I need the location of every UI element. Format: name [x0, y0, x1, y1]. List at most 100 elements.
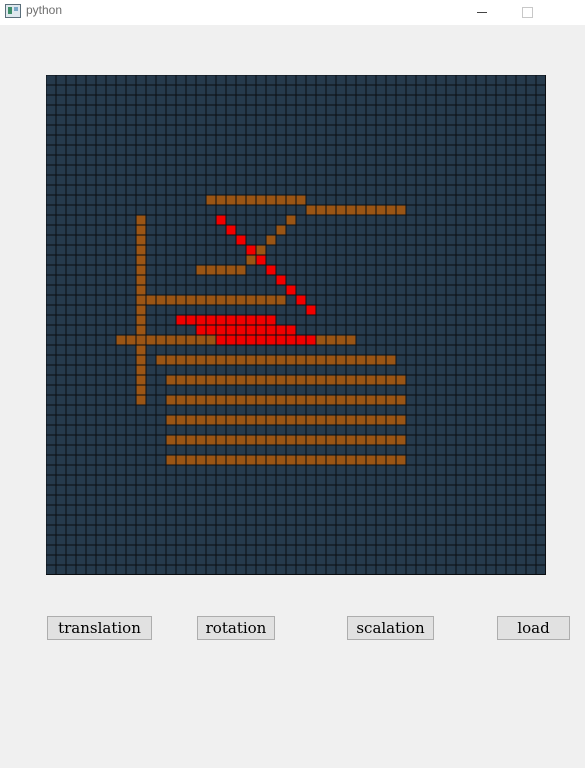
brown-cell: [236, 195, 246, 205]
brown-cell: [216, 395, 226, 405]
brown-cell: [126, 335, 136, 345]
brown-cell: [136, 305, 146, 315]
brown-cell: [396, 395, 406, 405]
red-cell: [216, 335, 226, 345]
brown-cell: [226, 415, 236, 425]
brown-cell: [206, 435, 216, 445]
brown-cell: [196, 375, 206, 385]
brown-cell: [166, 455, 176, 465]
brown-cell: [156, 295, 166, 305]
brown-cell: [226, 355, 236, 365]
red-cell: [246, 245, 256, 255]
brown-cell: [316, 435, 326, 445]
red-cell: [306, 335, 316, 345]
brown-cell: [316, 205, 326, 215]
maximize-button[interactable]: [504, 0, 550, 25]
brown-cell: [196, 295, 206, 305]
red-cell: [236, 335, 246, 345]
close-button[interactable]: [545, 0, 585, 25]
pixel-grid-panel[interactable]: [46, 75, 546, 575]
brown-cell: [326, 355, 336, 365]
red-cell: [296, 295, 306, 305]
brown-cell: [166, 335, 176, 345]
brown-cell: [196, 265, 206, 275]
brown-cell: [376, 455, 386, 465]
red-cell: [256, 255, 266, 265]
brown-cell: [286, 395, 296, 405]
red-cell: [256, 315, 266, 325]
brown-cell: [176, 295, 186, 305]
brown-cell: [386, 355, 396, 365]
pixel-grid[interactable]: [46, 75, 546, 575]
brown-cell: [386, 415, 396, 425]
brown-cell: [376, 205, 386, 215]
brown-cell: [246, 295, 256, 305]
brown-cell: [386, 455, 396, 465]
brown-cell: [256, 375, 266, 385]
brown-cell: [276, 195, 286, 205]
brown-cell: [286, 375, 296, 385]
brown-cell: [186, 375, 196, 385]
red-cell: [186, 315, 196, 325]
brown-cell: [136, 365, 146, 375]
brown-cell: [146, 295, 156, 305]
brown-cell: [296, 415, 306, 425]
brown-cell: [136, 395, 146, 405]
close-icon: [560, 8, 570, 18]
brown-cell: [176, 335, 186, 345]
brown-cell: [286, 415, 296, 425]
brown-cell: [356, 205, 366, 215]
brown-cell: [246, 455, 256, 465]
load-button[interactable]: load: [497, 616, 570, 640]
brown-cell: [186, 455, 196, 465]
brown-cell: [276, 395, 286, 405]
brown-cell: [216, 455, 226, 465]
brown-cell: [176, 355, 186, 365]
scalation-button[interactable]: scalation: [347, 616, 434, 640]
brown-cell: [196, 335, 206, 345]
brown-cell: [296, 375, 306, 385]
brown-cell: [186, 415, 196, 425]
brown-cell: [246, 255, 256, 265]
brown-cell: [196, 415, 206, 425]
red-cell: [286, 325, 296, 335]
brown-cell: [306, 455, 316, 465]
brown-cell: [346, 395, 356, 405]
brown-cell: [136, 335, 146, 345]
brown-cell: [266, 455, 276, 465]
brown-cell: [316, 415, 326, 425]
brown-cell: [366, 415, 376, 425]
brown-cell: [376, 395, 386, 405]
brown-cell: [266, 435, 276, 445]
brown-cell: [236, 375, 246, 385]
brown-cell: [366, 455, 376, 465]
brown-cell: [266, 395, 276, 405]
brown-cell: [136, 295, 146, 305]
red-cell: [296, 335, 306, 345]
brown-cell: [326, 435, 336, 445]
window-title: python: [26, 3, 63, 17]
brown-cell: [136, 225, 146, 235]
brown-cell: [276, 295, 286, 305]
brown-cell: [196, 455, 206, 465]
brown-cell: [206, 295, 216, 305]
brown-cell: [286, 215, 296, 225]
translation-button[interactable]: translation: [47, 616, 152, 640]
brown-cell: [226, 395, 236, 405]
brown-cell: [206, 415, 216, 425]
brown-cell: [136, 345, 146, 355]
brown-cell: [136, 235, 146, 245]
brown-cell: [326, 415, 336, 425]
brown-cell: [236, 355, 246, 365]
brown-cell: [136, 355, 146, 365]
brown-cell: [206, 195, 216, 205]
red-cell: [236, 315, 246, 325]
brown-cell: [376, 355, 386, 365]
minimize-button[interactable]: [459, 0, 505, 25]
red-cell: [276, 325, 286, 335]
brown-cell: [336, 205, 346, 215]
red-cell: [216, 315, 226, 325]
rotation-button[interactable]: rotation: [197, 616, 275, 640]
brown-cell: [236, 435, 246, 445]
brown-cell: [246, 395, 256, 405]
